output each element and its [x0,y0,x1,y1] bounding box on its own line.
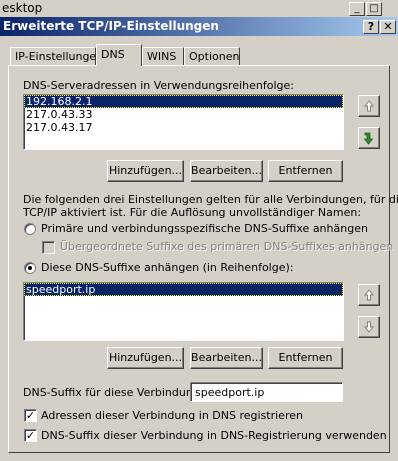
button-label: Entfernen [278,164,333,177]
radio-these-suffixes[interactable] [24,262,36,274]
remove-server-button[interactable]: Entfernen [268,160,343,182]
dns-suffix-list[interactable]: speedport.ip [23,282,344,341]
tab-label: WINS [147,50,177,63]
button-label: Bearbeiten... [191,164,262,177]
maximize-icon: □ [369,3,379,14]
dns-server-list[interactable]: 192.168.2.1 217.0.43.33 217.0.43.17 [23,94,344,150]
dialog-title: Erweiterte TCP/IP-Einstellungen [3,19,219,33]
close-button[interactable]: ✕ [380,20,396,34]
checkbox-use-suffix-label: DNS-Suffix dieser Verbindung in DNS-Regi… [41,429,387,442]
help-icon: ? [367,20,375,33]
info-text-line-1: Die folgenden drei Einstellungen gelten … [23,193,398,206]
tab-label: IP-Einstellungen [15,50,104,63]
background-window-title: esktop [2,1,43,15]
connection-suffix-value: speedport.ip [195,386,265,399]
move-down-button[interactable] [358,127,380,149]
arrow-down-icon [363,132,374,145]
arrow-down-icon [363,321,375,333]
minimize-button[interactable]: _ [349,2,365,16]
minimize-icon: _ [354,3,360,14]
tab-label: DNS [101,48,125,61]
move-up-button[interactable] [358,95,380,117]
radio-primary-suffixes[interactable] [24,223,36,235]
tab-label: Optionen [189,50,240,63]
arrow-up-icon [363,100,375,112]
maximize-button[interactable]: □ [366,2,382,16]
button-label: Bearbeiten... [191,351,262,364]
list-item[interactable]: 192.168.2.1 [24,95,343,108]
remove-suffix-button[interactable]: Entfernen [268,347,343,369]
list-item[interactable]: speedport.ip [24,283,343,296]
list-item[interactable]: 217.0.43.17 [24,121,343,134]
connection-suffix-input[interactable]: speedport.ip [190,382,343,402]
checkbox-register-dns[interactable]: ✓ [24,409,37,422]
suffix-move-down-button[interactable] [358,316,380,338]
add-server-button[interactable]: Hinzufügen... [107,160,184,182]
add-suffix-button[interactable]: Hinzufügen... [107,347,184,369]
dialog-titlebar: Erweiterte TCP/IP-Einstellungen ? ✕ [0,17,398,36]
edit-server-button[interactable]: Bearbeiten... [190,160,263,182]
button-label: Hinzufügen... [108,164,183,177]
connection-suffix-label: DNS-Suffix für diese Verbindung: [23,386,204,399]
tab-optionen[interactable]: Optionen [184,47,240,65]
tab-ip-einstellungen[interactable]: IP-Einstellungen [10,47,103,65]
dns-servers-label: DNS-Serveradressen in Verwendungsreihenf… [23,79,294,92]
button-label: Hinzufügen... [108,351,183,364]
info-text-line-2: TCP/IP aktiviert ist. Für die Auflösung … [23,206,362,219]
checkbox-parent-suffixes[interactable] [42,241,55,254]
help-button[interactable]: ? [363,20,379,34]
checkbox-use-suffix[interactable]: ✓ [24,429,37,442]
radio-primary-label: Primäre und verbindungsspezifische DNS-S… [41,222,368,235]
suffix-move-up-button[interactable] [358,284,380,306]
list-item[interactable]: 217.0.43.33 [24,108,343,121]
button-label: Entfernen [278,351,333,364]
tab-wins[interactable]: WINS [142,47,184,65]
background-window-titlebar: esktop _ □ [0,0,398,17]
tab-dns[interactable]: DNS [96,44,142,66]
checkbox-parent-label: Übergeordnete Suffixe des primären DNS-S… [60,240,394,253]
edit-suffix-button[interactable]: Bearbeiten... [190,347,263,369]
checkbox-register-label: Adressen dieser Verbindung in DNS regist… [41,409,303,422]
radio-these-label: Diese DNS-Suffixe anhängen (in Reihenfol… [41,261,294,274]
close-icon: ✕ [383,20,393,33]
arrow-up-icon [363,289,375,301]
